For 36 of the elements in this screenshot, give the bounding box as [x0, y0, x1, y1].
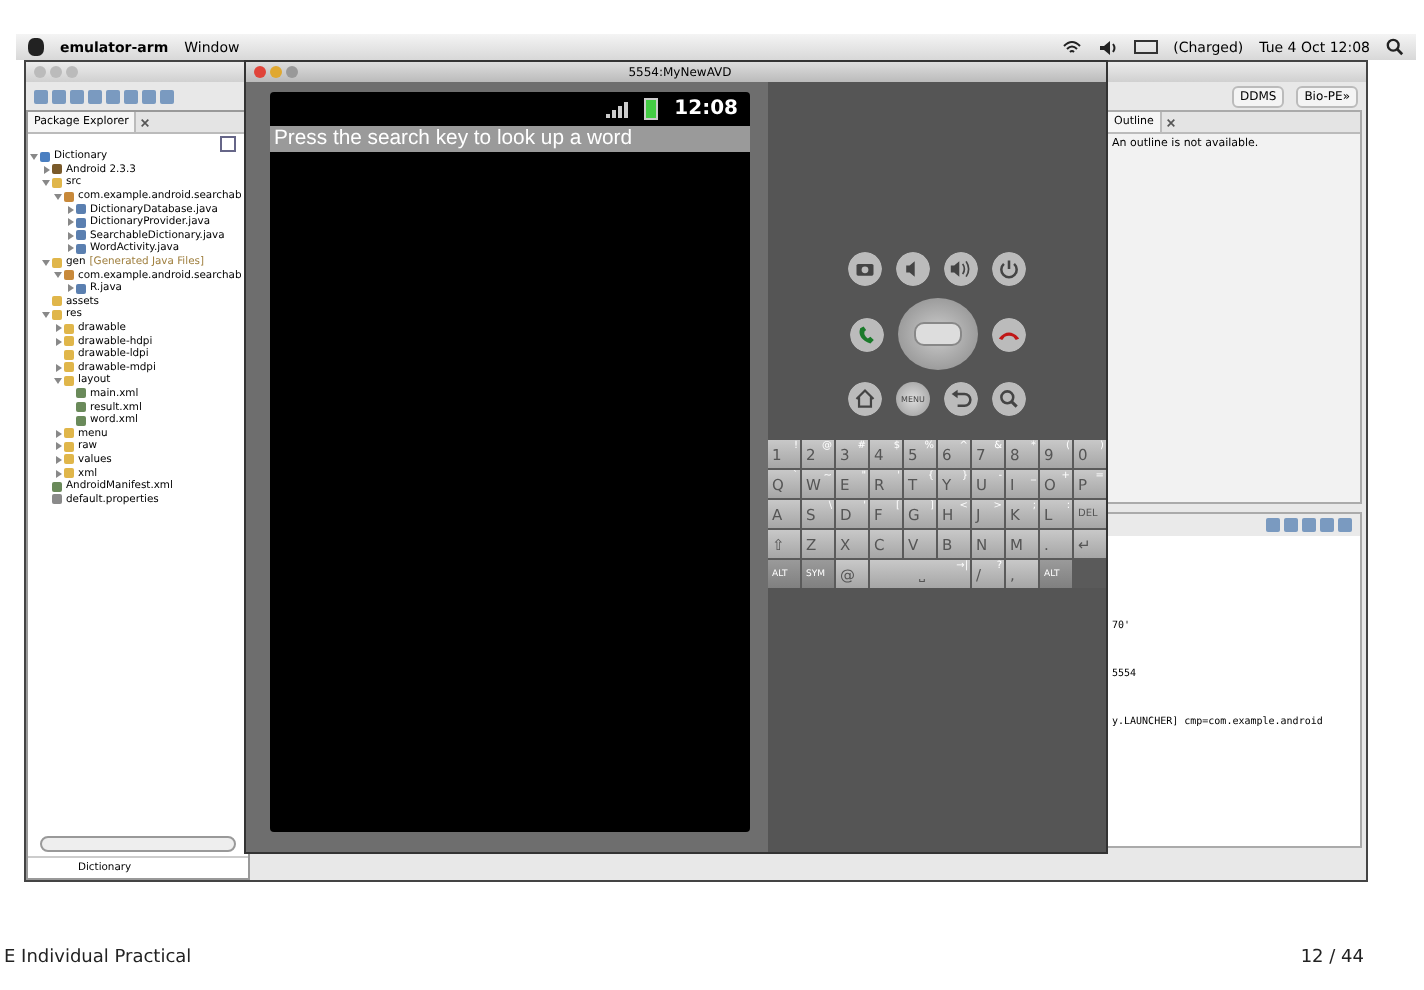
collapse-all-icon[interactable]: [220, 136, 236, 152]
camera-button[interactable]: [848, 252, 882, 286]
search-button[interactable]: [992, 382, 1026, 416]
power-button[interactable]: [992, 252, 1026, 286]
back-button[interactable]: [944, 382, 978, 416]
java-icon: [76, 283, 86, 294]
close-icon[interactable]: [1165, 117, 1176, 127]
console-toolbar-icons[interactable]: [1266, 518, 1352, 532]
project-icon: [40, 151, 50, 162]
wifi-icon[interactable]: [1061, 39, 1082, 55]
horizontal-scrollbar[interactable]: [40, 836, 236, 852]
dpad-control[interactable]: [897, 298, 977, 370]
speaker-icon[interactable]: [1097, 39, 1118, 55]
library-icon: [52, 164, 62, 175]
footer-title: E Individual Practical: [4, 948, 192, 968]
close-icon[interactable]: [140, 117, 151, 127]
xml-icon: [52, 481, 62, 492]
toolbar-icons[interactable]: [34, 89, 174, 103]
volume-up-button[interactable]: [944, 252, 978, 286]
battery-icon: [644, 98, 659, 120]
battery-icon[interactable]: [1133, 40, 1158, 54]
search-icon[interactable]: [1386, 38, 1404, 56]
call-button[interactable]: [849, 317, 883, 351]
package-icon: [64, 191, 74, 202]
window-controls-icon[interactable]: [254, 66, 298, 78]
status-clock: 12:08: [674, 98, 738, 120]
signal-icon: [606, 101, 629, 117]
end-call-button[interactable]: [991, 317, 1025, 351]
page-number: 12 / 44: [1300, 948, 1364, 968]
home-button[interactable]: [848, 382, 882, 416]
package-icon: [64, 270, 74, 281]
folder-icon: [52, 257, 62, 268]
search-hint: Press the search key to look up a word: [270, 126, 750, 152]
folder-icon: [52, 177, 62, 188]
file-icon: [52, 494, 62, 505]
volume-down-button[interactable]: [896, 252, 930, 286]
